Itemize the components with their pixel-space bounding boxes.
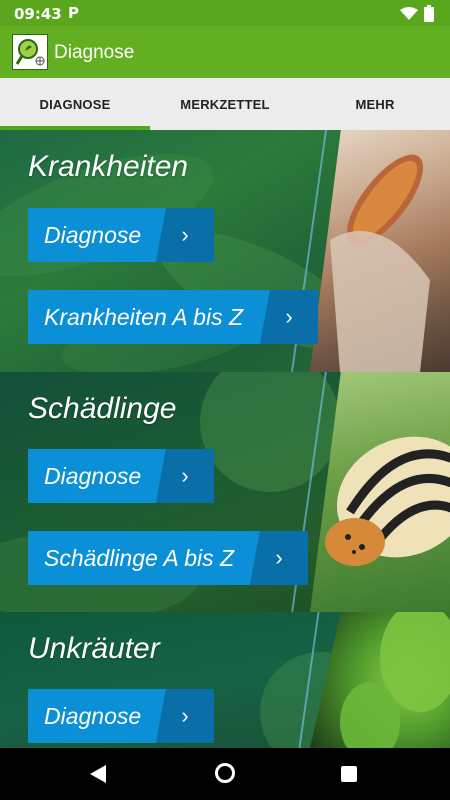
schaedlinge-a-bis-z-button[interactable]: Schädlinge A bis Z › <box>28 531 308 585</box>
chevron-right-icon: › <box>250 531 308 585</box>
tab-merkzettel[interactable]: MERKZETTEL <box>150 78 300 130</box>
section-schaedlinge: Schädlinge Diagnose › Schädlinge A bis Z… <box>0 372 450 612</box>
section-unkraeuter: Unkräuter Diagnose › <box>0 612 450 748</box>
system-nav-bar <box>0 748 450 800</box>
chevron-right-icon: › <box>156 689 214 743</box>
status-time: 09:43 <box>14 5 62 23</box>
krankheiten-diagnose-button[interactable]: Diagnose › <box>28 208 214 262</box>
background-leaf <box>200 372 340 492</box>
section-title: Unkräuter <box>28 632 160 665</box>
app-logo-icon <box>12 34 48 70</box>
chevron-right-icon: › <box>156 449 214 503</box>
section-title: Schädlinge <box>28 392 177 425</box>
button-label: Schädlinge A bis Z <box>28 531 260 585</box>
tab-diagnose[interactable]: DIAGNOSE <box>0 78 150 130</box>
chevron-right-icon: › <box>260 290 318 344</box>
tab-mehr[interactable]: MEHR <box>300 78 450 130</box>
app-bar: Diagnose <box>0 26 450 78</box>
chevron-right-icon: › <box>156 208 214 262</box>
button-label: Diagnose <box>28 689 166 743</box>
parking-notification-icon: P <box>68 4 79 22</box>
app-title: Diagnose <box>54 42 135 63</box>
krankheiten-a-bis-z-button[interactable]: Krankheiten A bis Z › <box>28 290 318 344</box>
schaedlinge-diagnose-button[interactable]: Diagnose › <box>28 449 214 503</box>
back-icon[interactable] <box>90 765 106 783</box>
battery-icon <box>424 5 434 22</box>
home-icon[interactable] <box>215 763 235 783</box>
section-krankheiten: Krankheiten Diagnose › Krankheiten A bis… <box>0 130 450 372</box>
corn-cob-photo <box>310 130 450 372</box>
unkraeuter-diagnose-button[interactable]: Diagnose › <box>28 689 214 743</box>
recent-apps-icon[interactable] <box>341 766 357 782</box>
weed-leaves-photo <box>310 612 450 748</box>
section-title: Krankheiten <box>28 150 189 183</box>
tab-bar: DIAGNOSE MERKZETTEL MEHR <box>0 78 450 130</box>
wifi-icon <box>400 7 418 20</box>
status-bar: 09:43 P <box>0 0 450 26</box>
button-label: Diagnose <box>28 208 166 262</box>
button-label: Diagnose <box>28 449 166 503</box>
button-label: Krankheiten A bis Z <box>28 290 270 344</box>
